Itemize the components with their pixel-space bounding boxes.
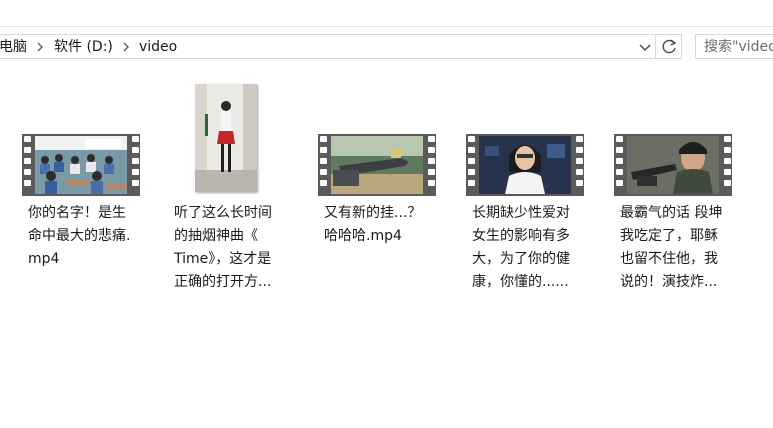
breadcrumb-drive-d[interactable]: 软件 (D:) [54, 38, 113, 56]
film-strip [22, 134, 140, 196]
video-frame-soldier [627, 136, 719, 194]
address-bar[interactable]: 电脑 软件 (D:) video [0, 34, 682, 59]
file-item[interactable]: 又有新的挂...？ 哈哈哈.mp4 [318, 84, 438, 294]
refresh-icon[interactable] [655, 35, 683, 58]
file-item[interactable]: 最霸气的话 段坤 我吃定了，耶稣 也留不住他，我 说的！演技炸... [614, 84, 734, 294]
film-strip [466, 134, 584, 196]
video-frame-classroom [35, 136, 127, 194]
file-name: 最霸气的话 段坤 我吃定了，耶稣 也留不住他，我 说的！演技炸... [620, 205, 723, 290]
video-thumbnail[interactable] [466, 84, 586, 199]
video-thumbnail[interactable] [22, 84, 142, 199]
file-item[interactable]: 长期缺少性爱对 女生的影响有多 大，为了你的健 康，你懂的...... [466, 84, 586, 294]
film-holes-right [722, 136, 732, 194]
film-holes-right [574, 136, 584, 194]
file-item[interactable]: 你的名字！是生 命中最大的悲痛. mp4 [22, 84, 142, 294]
film-strip [318, 134, 436, 196]
file-name: 你的名字！是生 命中最大的悲痛. mp4 [28, 205, 131, 267]
video-thumbnail[interactable] [318, 84, 438, 199]
video-frame-game [331, 136, 423, 194]
film-holes-right [426, 136, 436, 194]
film-holes-right [130, 136, 140, 194]
film-holes-left [614, 136, 624, 194]
breadcrumb-video[interactable]: video [139, 38, 177, 56]
film-strip [614, 134, 732, 196]
ribbon-area [0, 0, 773, 27]
video-thumbnail[interactable] [168, 84, 288, 199]
file-item[interactable]: 听了这么长时间 的抽烟神曲《 Time》，这才是 正确的打开方... [168, 84, 288, 294]
chevron-right-icon[interactable] [33, 40, 47, 54]
video-frame-dancer [195, 84, 257, 192]
search-box[interactable] [695, 34, 773, 59]
film-holes-left [466, 136, 476, 194]
file-name: 听了这么长时间 的抽烟神曲《 Time》，这才是 正确的打开方... [174, 205, 272, 290]
video-thumbnail[interactable] [614, 84, 734, 199]
search-input[interactable] [704, 37, 773, 56]
chevron-down-icon[interactable] [635, 38, 655, 56]
film-holes-left [318, 136, 328, 194]
chevron-right-icon[interactable] [119, 40, 133, 54]
film-holes-left [22, 136, 32, 194]
breadcrumb-this-pc[interactable]: 电脑 [0, 38, 27, 56]
video-frame-woman [479, 136, 571, 194]
file-name: 又有新的挂...？ 哈哈哈.mp4 [324, 205, 422, 244]
file-name: 长期缺少性爱对 女生的影响有多 大，为了你的健 康，你懂的...... [472, 205, 570, 290]
